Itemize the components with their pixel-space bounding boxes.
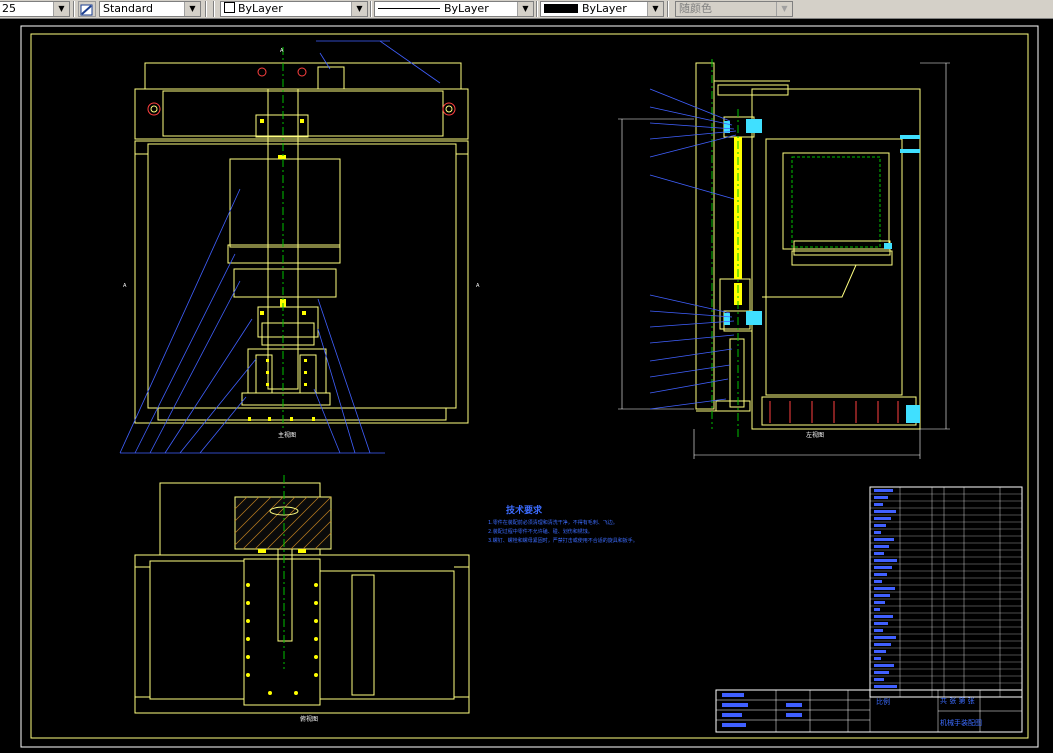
parts-list-entry-mark xyxy=(874,615,893,618)
bottom-view-label: 俯视图 xyxy=(300,715,318,723)
chevron-down-icon[interactable]: ▼ xyxy=(184,2,200,16)
front-view xyxy=(134,62,469,424)
text-style-value: Standard xyxy=(103,2,154,15)
lineweight-sample-icon xyxy=(544,4,578,13)
parts-list-entry-mark xyxy=(874,671,889,674)
parts-list-entry-mark xyxy=(874,685,897,688)
parts-list xyxy=(869,486,1023,698)
chevron-down-icon[interactable]: ▼ xyxy=(647,2,663,16)
parts-list-entry-mark xyxy=(874,524,886,527)
parts-list-entry-mark xyxy=(874,503,883,506)
text-style-combo[interactable]: Standard ▼ xyxy=(99,1,201,17)
cad-drawing: A A A 主视图 左视图 俯视图 技术要求 1.零件在装配前必须清理和清洗干净… xyxy=(20,25,1039,748)
parts-list-entry-mark xyxy=(874,664,894,667)
front-view-section-mark: A xyxy=(123,283,127,289)
side-view-leaders xyxy=(649,88,737,410)
parts-list-entry-mark xyxy=(874,587,895,590)
parts-list-entry-mark xyxy=(874,552,884,555)
lineweight-combo[interactable]: ByLayer ▼ xyxy=(540,1,664,17)
tech-note-3: 3.螺钉、螺栓和螺母紧固时，严禁打击或使用不合适的旋具和扳手。 xyxy=(488,537,638,544)
plot-style-value: 随颜色 xyxy=(679,2,712,15)
color-swatch-icon xyxy=(224,2,235,13)
chevron-down-icon[interactable]: ▼ xyxy=(351,2,367,16)
parts-list-entry-mark xyxy=(874,566,892,569)
title-block-sheet-label: 共 张 第 张 xyxy=(940,696,975,705)
lineweight-value: ByLayer xyxy=(582,2,627,15)
tech-note-2: 2.装配过程中零件不允许磕、碰、划伤和锈蚀。 xyxy=(488,528,593,535)
parts-list-entry-mark xyxy=(874,573,887,576)
dim-scale-value: 25 xyxy=(2,2,16,15)
color-value: ByLayer xyxy=(238,2,283,15)
parts-list-entry-mark xyxy=(874,629,883,632)
parts-list-entry-mark xyxy=(874,594,890,597)
toolbar-separator xyxy=(213,1,215,17)
parts-list-entry-mark xyxy=(874,559,897,562)
parts-list-entry-mark xyxy=(874,545,889,548)
parts-list-entry-mark xyxy=(874,657,881,660)
parts-list-entry-mark xyxy=(874,650,886,653)
side-view-hatch xyxy=(769,401,899,423)
front-view-section-mark: A xyxy=(280,48,284,54)
side-view-cyan-details xyxy=(724,119,920,423)
plot-style-combo[interactable]: 随颜色 ▼ xyxy=(675,1,793,17)
toolbar-separator xyxy=(536,1,538,17)
tech-note-1: 1.零件在装配前必须清理和清洗干净，不得有毛刺、飞边。 xyxy=(488,519,618,526)
parts-list-entry-mark xyxy=(874,531,881,534)
parts-list-entry-mark xyxy=(874,622,888,625)
parts-list-entry-mark xyxy=(874,601,885,604)
bottom-view-bolts xyxy=(246,549,318,695)
parts-list-entry-mark xyxy=(874,510,896,513)
linetype-value: ByLayer xyxy=(444,2,489,15)
parts-list-entry-mark xyxy=(874,580,882,583)
linetype-sample-icon xyxy=(378,8,440,9)
linetype-combo[interactable]: ByLayer ▼ xyxy=(374,1,534,17)
front-view-section-mark: A xyxy=(476,283,480,289)
front-view-label: 主视图 xyxy=(278,431,296,439)
chevron-down-icon[interactable]: ▼ xyxy=(53,2,69,16)
parts-list-entry-mark xyxy=(874,643,891,646)
parts-list-entry-mark xyxy=(874,636,896,639)
toolbar-separator xyxy=(205,1,207,17)
title-block-drawing-title: 机械手装配图 xyxy=(940,718,982,727)
chevron-down-icon[interactable]: ▼ xyxy=(517,2,533,16)
parts-list-entry-mark xyxy=(874,496,888,499)
parts-list-entry-mark xyxy=(874,678,884,681)
toolbar-separator xyxy=(667,1,669,17)
sheet-inner-border xyxy=(30,33,1029,739)
tech-requirements-title: 技术要求 xyxy=(506,504,543,516)
parts-list-entry-mark xyxy=(874,538,894,541)
color-combo[interactable]: ByLayer ▼ xyxy=(220,1,368,17)
parts-list-entry-mark xyxy=(874,517,891,520)
parts-list-entry-mark xyxy=(874,608,880,611)
side-view-label: 左视图 xyxy=(806,431,824,439)
drawing-canvas[interactable]: A A A 主视图 左视图 俯视图 技术要求 1.零件在装配前必须清理和清洗干净… xyxy=(0,19,1053,749)
toolbar-separator xyxy=(73,1,75,17)
dim-scale-combo[interactable]: 25 ▼ xyxy=(0,1,70,17)
chevron-down-icon[interactable]: ▼ xyxy=(776,2,792,16)
side-view-dimensions xyxy=(618,62,950,459)
parts-list-entry-mark xyxy=(874,489,893,492)
title-block-scale-label: 比例 xyxy=(876,697,890,706)
text-style-icon[interactable] xyxy=(78,1,96,17)
properties-toolbar: 25 ▼ Standard ▼ ByLayer ▼ ByLayer ▼ ByLa… xyxy=(0,0,1053,19)
toolbar-separator xyxy=(370,1,372,17)
